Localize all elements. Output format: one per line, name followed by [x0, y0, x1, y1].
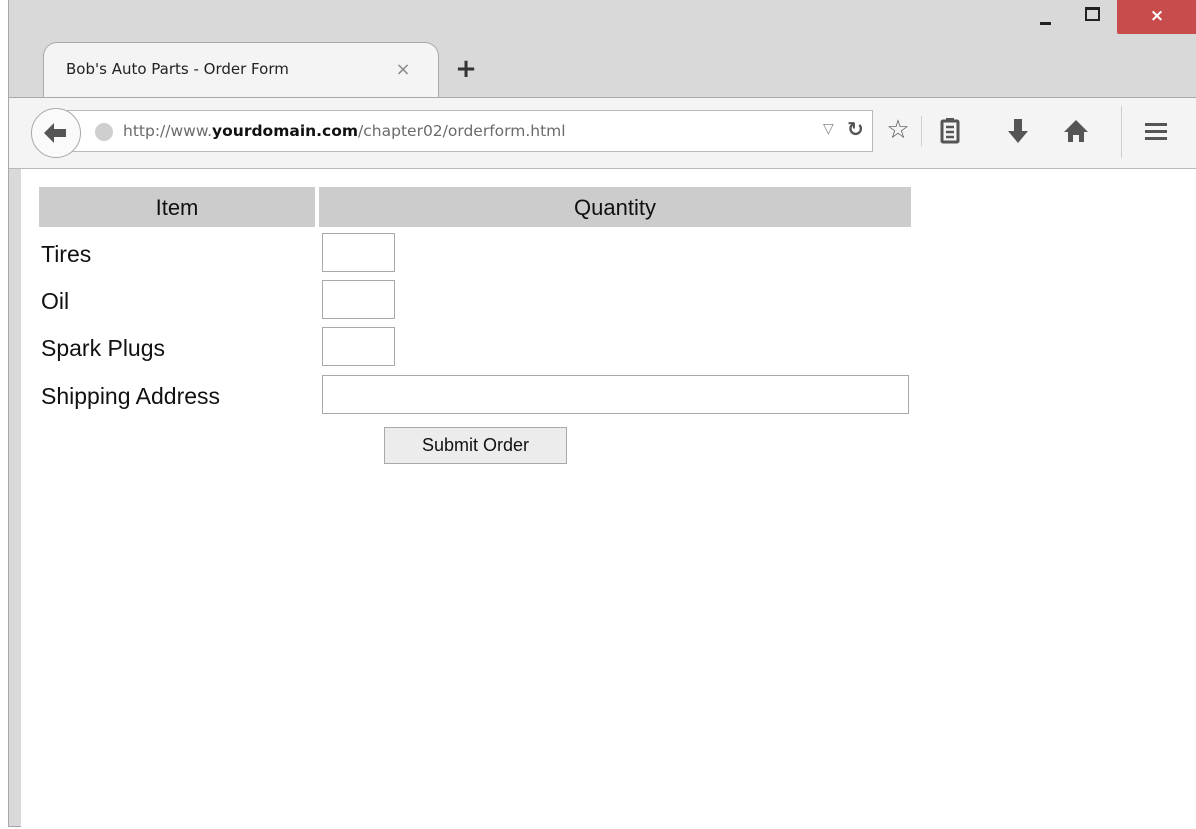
toolbar-separator: [1121, 106, 1122, 158]
close-icon: ×: [1149, 6, 1165, 26]
globe-icon: [95, 123, 113, 141]
toolbar-separator: [921, 116, 922, 146]
maximize-button[interactable]: [1071, 0, 1115, 34]
spark-plugs-quantity-input[interactable]: [322, 327, 395, 366]
navigation-toolbar: http://www.yourdomain.com/chapter02/orde…: [9, 97, 1196, 169]
reload-icon[interactable]: ↻: [847, 117, 864, 141]
oil-quantity-input[interactable]: [322, 280, 395, 319]
download-icon[interactable]: [1001, 114, 1035, 148]
url-bar[interactable]: http://www.yourdomain.com/chapter02/orde…: [67, 110, 873, 152]
row-label-oil: Oil: [41, 288, 70, 314]
tab-close-icon[interactable]: ×: [392, 59, 414, 81]
row-label-tires: Tires: [41, 241, 92, 267]
shipping-address-input[interactable]: [322, 375, 909, 414]
bookmark-star-icon[interactable]: ☆: [881, 114, 915, 148]
window-close-button[interactable]: ×: [1117, 0, 1196, 34]
column-header-item: Item: [39, 187, 315, 227]
tab-title: Bob's Auto Parts - Order Form: [66, 60, 289, 78]
dropdown-icon[interactable]: ▽: [823, 121, 834, 137]
reading-list-icon[interactable]: [933, 114, 967, 148]
menu-icon[interactable]: [1139, 114, 1173, 148]
back-button[interactable]: [31, 108, 81, 158]
new-tab-button[interactable]: +: [453, 56, 479, 82]
column-header-quantity: Quantity: [319, 187, 911, 227]
url-prefix: http://www.: [123, 122, 213, 140]
submit-order-button[interactable]: Submit Order: [384, 427, 567, 464]
tab-order-form[interactable]: Bob's Auto Parts - Order Form ×: [43, 42, 439, 98]
tires-quantity-input[interactable]: [322, 233, 395, 272]
minimize-button[interactable]: [1024, 0, 1068, 34]
page-content: Item Quantity Tires Oil Spark Plugs Ship…: [21, 169, 1196, 827]
shipping-address-label: Shipping Address: [41, 383, 221, 409]
url-domain: yourdomain.com: [212, 122, 359, 140]
browser-window: Bob's Auto Parts - Order Form × + × http…: [8, 0, 1196, 827]
row-label-spark-plugs: Spark Plugs: [41, 335, 166, 361]
back-arrow-icon: [44, 123, 66, 143]
tab-strip: Bob's Auto Parts - Order Form × + ×: [9, 0, 1196, 98]
url-path: /chapter02/orderform.html: [358, 122, 566, 140]
home-icon[interactable]: [1059, 114, 1093, 148]
url-text: http://www.yourdomain.com/chapter02/orde…: [123, 122, 566, 140]
